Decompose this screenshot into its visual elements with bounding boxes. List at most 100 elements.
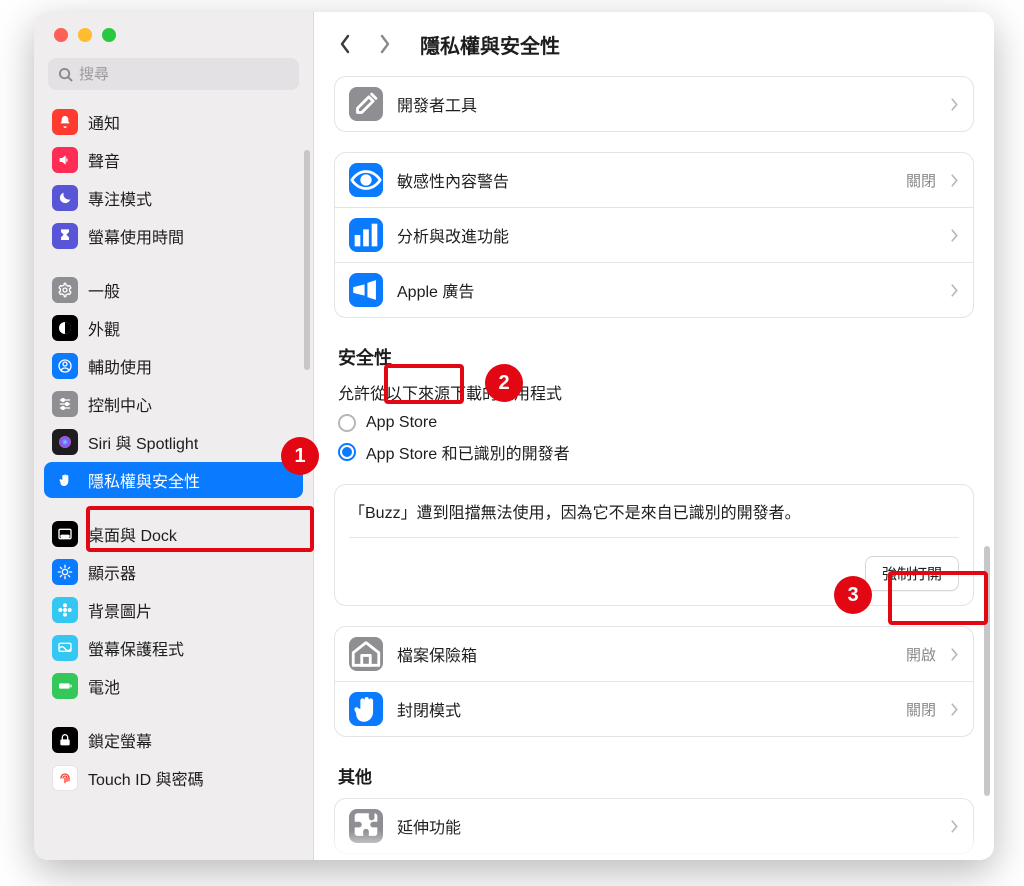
bell-icon (52, 109, 78, 135)
sidebar-item-label: 電池 (88, 674, 120, 698)
row-label: 分析與改進功能 (397, 223, 936, 247)
chevron-right-icon (950, 283, 959, 298)
radio-label: App Store (366, 414, 437, 432)
sidebar-item-general[interactable]: 一般 (44, 272, 303, 308)
radio-identified[interactable]: App Store 和已識別的開發者 (338, 436, 970, 468)
row-label: 檔案保險箱 (397, 642, 892, 666)
dock-icon (52, 521, 78, 547)
puzzle-icon (349, 809, 383, 843)
sidebar-item-privacy[interactable]: 隱私權與安全性 (44, 462, 303, 498)
other-section-title: 其他 (334, 757, 974, 798)
sidebar-item-notifications[interactable]: 通知 (44, 104, 303, 140)
screensaver-icon (52, 635, 78, 661)
content-scrollbar[interactable] (984, 546, 990, 796)
sidebar-item-touchid[interactable]: Touch ID 與密碼 (44, 760, 303, 796)
sidebar-item-label: 聲音 (88, 148, 120, 172)
gear-icon (52, 277, 78, 303)
group-security-rows: 檔案保險箱開啟封閉模式關閉 (334, 626, 974, 737)
row-devtools[interactable]: 開發者工具 (335, 77, 973, 131)
chevron-left-icon (339, 34, 351, 54)
sidebar-item-controlcenter[interactable]: 控制中心 (44, 386, 303, 422)
hand-icon (52, 467, 78, 493)
open-anyway-button[interactable]: 強制打開 (865, 556, 959, 591)
group-other-rows: 延伸功能 (334, 798, 974, 854)
security-section-title: 安全性 (334, 338, 974, 380)
row-appleads[interactable]: Apple 廣告 (335, 262, 973, 317)
sidebar-item-sound[interactable]: 聲音 (44, 142, 303, 178)
row-sensitive[interactable]: 敏感性內容警告關閉 (335, 153, 973, 207)
sidebar-item-battery[interactable]: 電池 (44, 668, 303, 704)
sidebar-item-label: 控制中心 (88, 392, 152, 416)
row-label: Apple 廣告 (397, 278, 936, 302)
search-field[interactable] (48, 58, 299, 90)
sliders-icon (52, 391, 78, 417)
settings-window: 通知聲音專注模式螢幕使用時間一般外觀輔助使用控制中心 Siri 與 Spotlig… (34, 12, 994, 860)
lock-icon (52, 727, 78, 753)
row-label: 開發者工具 (397, 92, 936, 116)
sun-icon (52, 559, 78, 585)
content-pane: 隱私權與安全性 開發者工具 敏感性內容警告關閉分析與改進功能 Apple 廣告安全… (314, 12, 994, 860)
radio-label: App Store 和已識別的開發者 (366, 440, 570, 464)
sidebar-item-label: Siri 與 Spotlight (88, 430, 198, 454)
back-button[interactable] (334, 29, 356, 59)
sidebar-item-label: 桌面與 Dock (88, 522, 177, 546)
chevron-right-icon (950, 819, 959, 834)
sidebar-item-accessibility[interactable]: 輔助使用 (44, 348, 303, 384)
siri-icon (52, 429, 78, 455)
sidebar-item-label: 專注模式 (88, 186, 152, 210)
allow-sources-label: 允許從以下來源下載的應用程式 (338, 380, 970, 404)
row-lockdown[interactable]: 封閉模式關閉 (335, 681, 973, 736)
radio-button[interactable] (338, 414, 356, 432)
battery-icon (52, 673, 78, 699)
sidebar: 通知聲音專注模式螢幕使用時間一般外觀輔助使用控制中心 Siri 與 Spotlig… (34, 12, 314, 860)
row-label: 封閉模式 (397, 697, 892, 721)
moon-icon (52, 185, 78, 211)
chevron-right-icon (950, 97, 959, 112)
toolbar: 隱私權與安全性 (314, 12, 994, 76)
house-icon (349, 637, 383, 671)
chevron-right-icon (950, 702, 959, 717)
sidebar-item-label: 通知 (88, 110, 120, 134)
sidebar-item-desktop[interactable]: 桌面與 Dock (44, 516, 303, 552)
row-analytics[interactable]: 分析與改進功能 (335, 207, 973, 262)
sidebar-item-appearance[interactable]: 外觀 (44, 310, 303, 346)
bars-icon (349, 218, 383, 252)
flower-icon (52, 597, 78, 623)
close-window-button[interactable] (54, 28, 68, 42)
radio-appstore[interactable]: App Store (338, 410, 970, 436)
sidebar-item-focus[interactable]: 專注模式 (44, 180, 303, 216)
hand-icon (349, 692, 383, 726)
search-icon (58, 67, 73, 82)
row-extensions[interactable]: 延伸功能 (335, 799, 973, 853)
row-label: 延伸功能 (397, 814, 936, 838)
sidebar-item-label: Touch ID 與密碼 (88, 766, 204, 790)
forward-button[interactable] (374, 29, 396, 59)
contrast-icon (52, 315, 78, 341)
sidebar-item-wallpaper[interactable]: 背景圖片 (44, 592, 303, 628)
chevron-right-icon (950, 173, 959, 188)
radio-button[interactable] (338, 443, 356, 461)
group-privacy-rows: 敏感性內容警告關閉分析與改進功能 Apple 廣告 (334, 152, 974, 318)
sidebar-item-screensaver[interactable]: 螢幕保護程式 (44, 630, 303, 666)
sidebar-item-displays[interactable]: 顯示器 (44, 554, 303, 590)
row-filevault[interactable]: 檔案保險箱開啟 (335, 627, 973, 681)
fullscreen-window-button[interactable] (102, 28, 116, 42)
sidebar-scrollbar[interactable] (304, 150, 310, 370)
megaphone-icon (349, 273, 383, 307)
chevron-right-icon (379, 34, 391, 54)
window-controls (34, 12, 313, 58)
sidebar-item-screentime[interactable]: 螢幕使用時間 (44, 218, 303, 254)
chevron-right-icon (950, 647, 959, 662)
eye-icon (349, 163, 383, 197)
sidebar-item-label: 背景圖片 (88, 598, 152, 622)
sidebar-item-label: 顯示器 (88, 560, 136, 584)
search-input[interactable] (79, 66, 289, 83)
page-title: 隱私權與安全性 (420, 30, 560, 59)
row-value: 關閉 (906, 170, 936, 191)
sidebar-item-label: 一般 (88, 278, 120, 302)
sidebar-item-siri[interactable]: Siri 與 Spotlight (44, 424, 303, 460)
sidebar-item-label: 輔助使用 (88, 354, 152, 378)
sidebar-item-lockscreen[interactable]: 鎖定螢幕 (44, 722, 303, 758)
minimize-window-button[interactable] (78, 28, 92, 42)
speaker-icon (52, 147, 78, 173)
